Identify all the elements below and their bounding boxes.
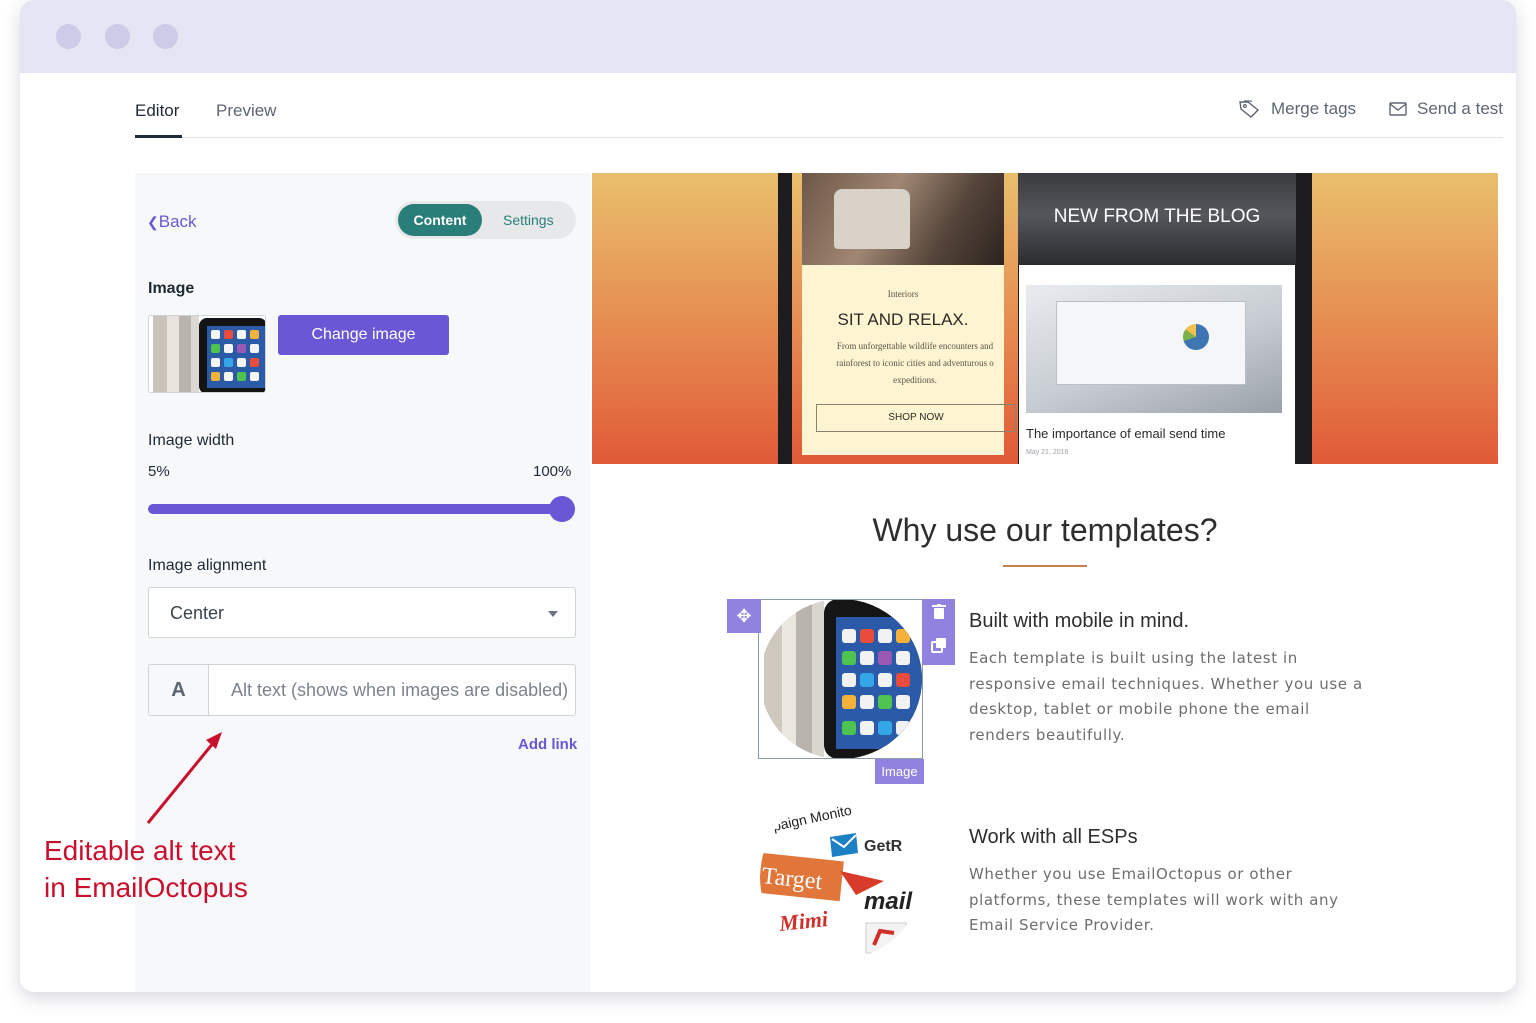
blog-card-body: The importance of email send time May 21… <box>1019 265 1295 464</box>
chair-photo <box>802 173 1004 265</box>
esp-logo-collage: paign Monito GetR Target mail Mimi <box>760 795 922 959</box>
image-alignment-select[interactable]: Center <box>148 587 576 638</box>
image-thumbnail[interactable] <box>148 315 266 393</box>
card-kicker: Interiors <box>887 289 919 299</box>
esp-logos-image[interactable]: paign Monito GetR Target mail Mimi <box>760 795 922 959</box>
phone-thumbnail-image <box>149 316 265 392</box>
annotation-line: in EmailOctopus <box>44 872 248 903</box>
content-settings-toggle: Content Settings <box>395 201 576 239</box>
feature-text: Whether you use EmailOctopus or other pl… <box>969 865 1339 934</box>
chevron-down-icon <box>548 611 558 617</box>
hero-product-card: Interiors SIT AND RELAX. From unforgetta… <box>802 173 1016 455</box>
alt-text-input[interactable] <box>210 665 575 715</box>
hero-divider <box>778 173 792 464</box>
blog-caption: The importance of email send time <box>1026 426 1226 441</box>
hero-divider <box>1296 173 1312 464</box>
feature-title: Built with mobile in mind. <box>969 610 1190 632</box>
feature-text: Each template is built using the latest … <box>969 649 1363 744</box>
card-text: From unforgettable wildlife encounters a… <box>836 341 994 385</box>
selected-block-outline <box>758 599 923 759</box>
tab-preview[interactable]: Preview <box>216 101 276 121</box>
text-format-icon: A <box>149 665 209 715</box>
merge-tags-label: Merge tags <box>1271 99 1357 118</box>
block-type-badge: Image <box>875 759 924 784</box>
email-canvas: Interiors SIT AND RELAX. From unforgetta… <box>592 173 1500 992</box>
title-underline <box>1003 565 1087 567</box>
image-width-min-label: 5% <box>148 463 170 480</box>
pie-chart-graphic <box>1183 324 1209 350</box>
laptop-screen <box>1056 301 1246 385</box>
annotation-text: Editable alt text in EmailOctopus <box>44 832 248 906</box>
send-test-button[interactable]: Send a test <box>1389 99 1503 119</box>
back-label: Back <box>158 212 197 231</box>
hero-blog-card: NEW FROM THE BLOG The importance of emai… <box>1018 173 1296 464</box>
editor-tab-bar: Editor Preview Merge tags Send a test <box>135 73 1503 138</box>
image-width-slider-handle[interactable] <box>549 496 575 522</box>
window-maximize-dot[interactable] <box>153 24 178 49</box>
annotation-line: Editable alt text <box>44 835 236 866</box>
envelope-icon <box>1389 102 1407 116</box>
window-close-dot[interactable] <box>56 24 81 49</box>
esp-logo-word: mail <box>864 888 913 915</box>
back-link[interactable]: ❮Back <box>147 212 197 232</box>
esp-logo-word: GetR <box>864 838 903 855</box>
hero-banner-image[interactable]: Interiors SIT AND RELAX. From unforgetta… <box>592 173 1498 464</box>
add-link-button[interactable]: Add link <box>518 736 577 753</box>
block-actions <box>922 599 955 665</box>
blog-date: May 21, 2016 <box>1026 449 1069 456</box>
laptop-photo <box>1026 285 1282 413</box>
image-section-label: Image <box>148 280 195 297</box>
alt-text-field-group: A <box>148 664 576 716</box>
send-test-label: Send a test <box>1417 99 1504 118</box>
image-width-label: Image width <box>148 432 235 449</box>
tab-content[interactable]: Content <box>398 204 482 236</box>
image-width-max-label: 100% <box>533 463 572 480</box>
change-image-button[interactable]: Change image <box>278 315 449 355</box>
chevron-left-icon: ❮ <box>147 214 159 230</box>
tab-editor[interactable]: Editor <box>135 101 183 138</box>
duplicate-icon[interactable] <box>922 632 955 665</box>
window-titlebar <box>20 0 1516 73</box>
armchair-shape <box>834 189 910 249</box>
window-minimize-dot[interactable] <box>105 24 130 49</box>
image-alignment-value: Center <box>170 603 225 623</box>
tab-settings[interactable]: Settings <box>503 201 554 239</box>
shop-now-button: SHOP NOW <box>816 404 1016 432</box>
tag-icon <box>1239 100 1260 118</box>
feature-title: Work with all ESPs <box>969 826 1138 848</box>
section-title: Why use our templates? <box>872 512 1218 548</box>
image-alignment-label: Image alignment <box>148 557 267 574</box>
move-icon[interactable]: ✥ <box>727 599 761 633</box>
trash-icon[interactable] <box>922 599 955 632</box>
merge-tags-button[interactable]: Merge tags <box>1239 99 1356 119</box>
esp-logo-word: Mimi <box>777 906 830 936</box>
image-width-slider[interactable] <box>148 504 563 514</box>
blog-heading: NEW FROM THE BLOG <box>1053 206 1261 227</box>
card-title: SIT AND RELAX. <box>837 310 969 329</box>
